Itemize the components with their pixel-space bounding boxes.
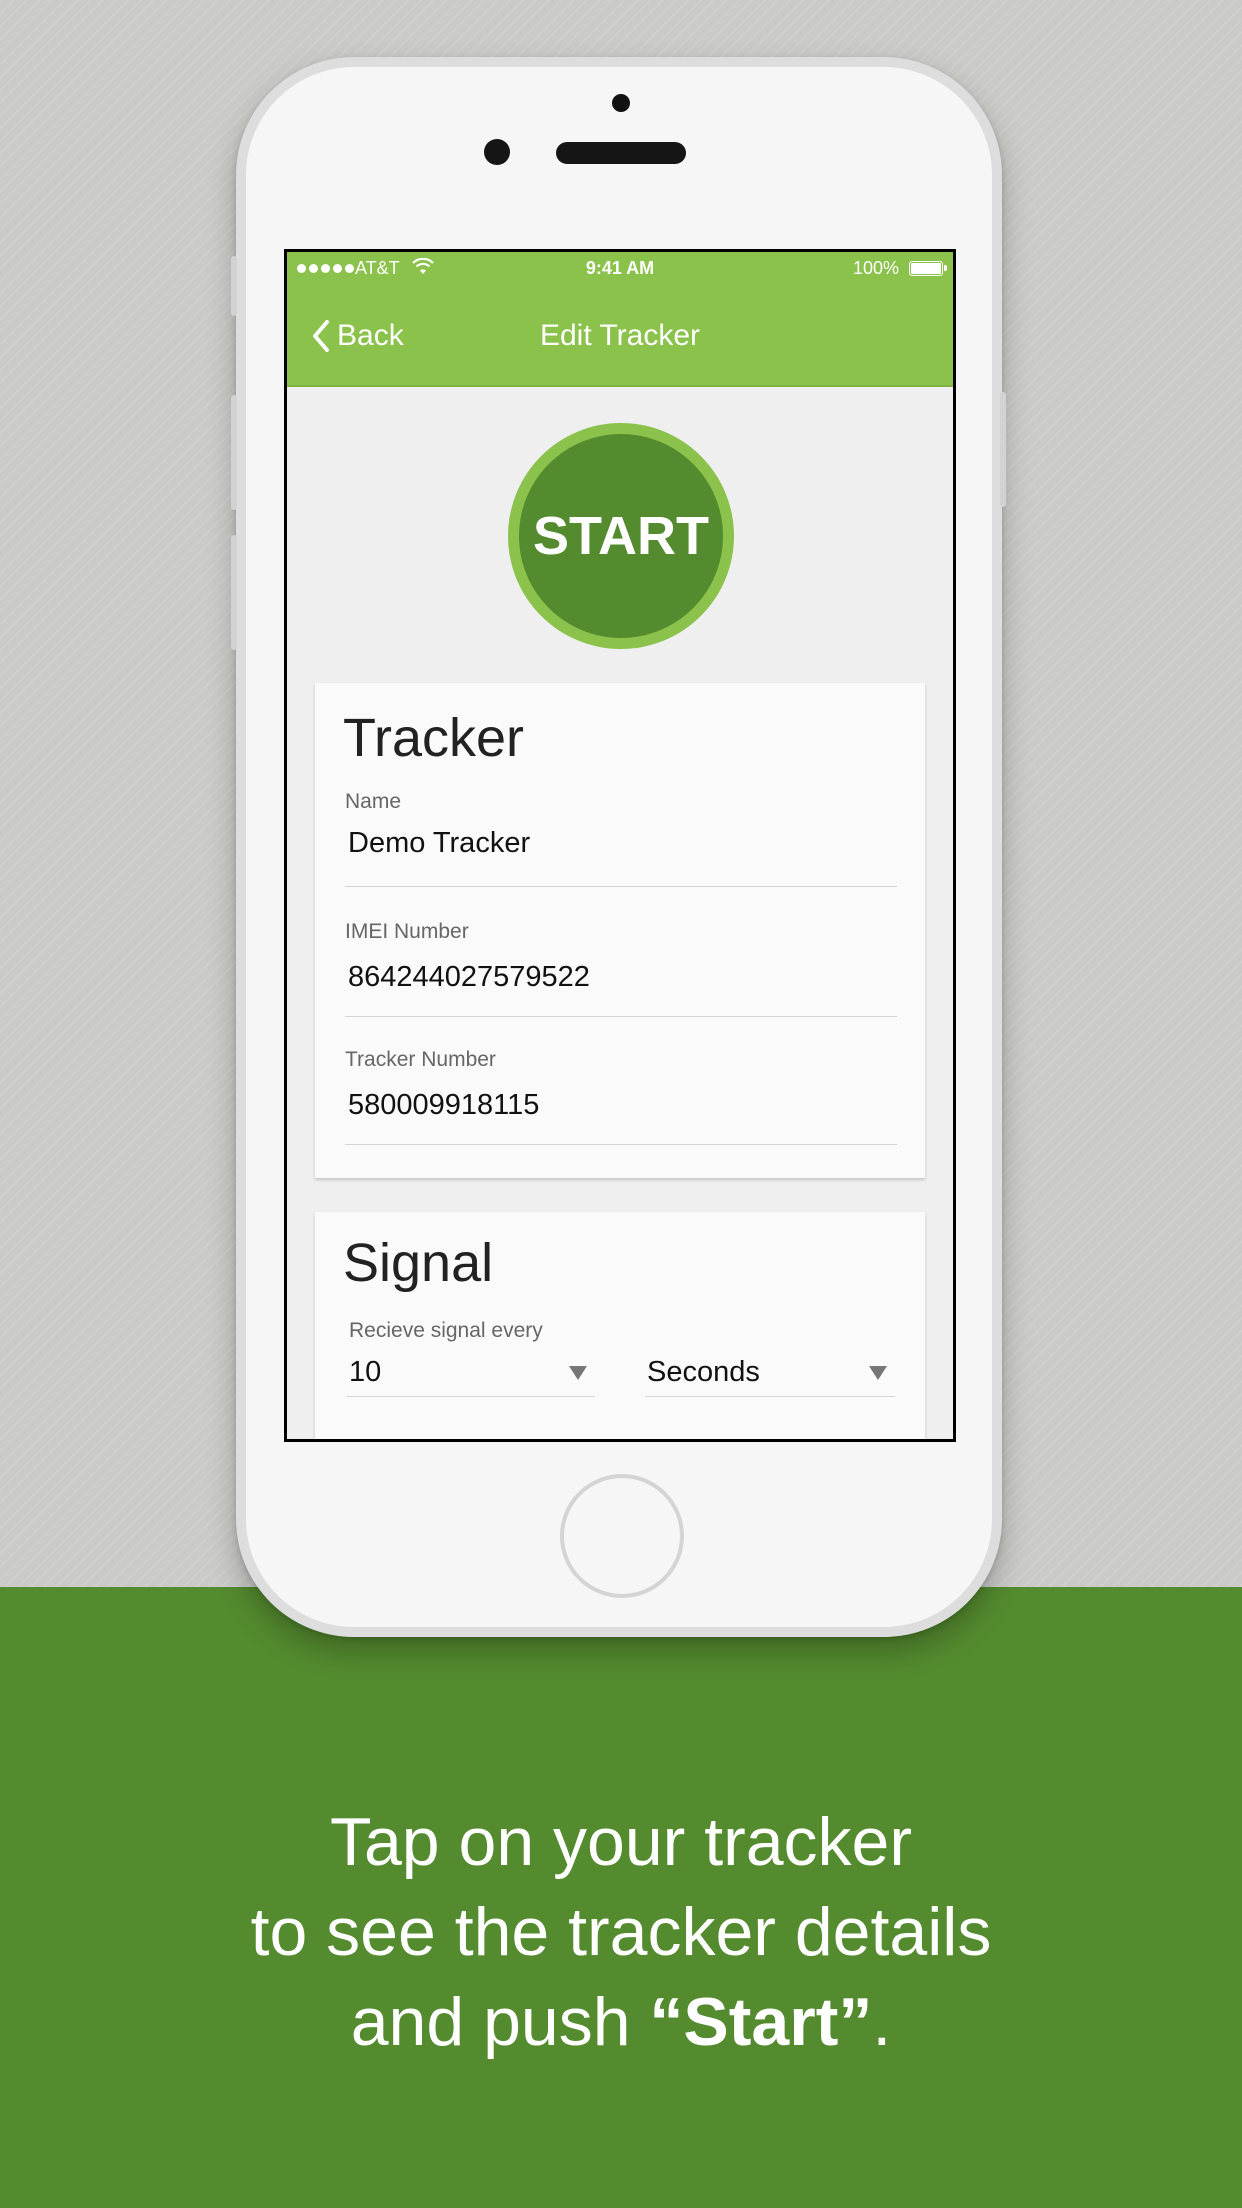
speaker-grille [556, 142, 686, 164]
imei-field[interactable]: 864244027579522 [345, 961, 900, 994]
page-title: Edit Tracker [539, 319, 701, 352]
caption-line-3-suffix: . [872, 1984, 892, 2060]
battery-percent: 100% [852, 258, 899, 278]
app-screen: AT&T 9:41 AM 100% Back Edit Tracker STAR… [287, 252, 953, 1439]
side-button-power [1000, 392, 1006, 507]
imei-underline [345, 1016, 897, 1017]
tracker-number-label: Tracker Number [345, 1048, 496, 1071]
dropdown-caret-icon [869, 1366, 887, 1380]
caption-line-2: to see the tracker details [250, 1894, 992, 1970]
signal-card-title: Signal [343, 1233, 494, 1293]
tracker-number-underline [345, 1144, 897, 1145]
name-underline [345, 886, 897, 887]
tracker-card: Tracker Name Demo Tracker IMEI Number 86… [315, 683, 925, 1178]
signal-card: Signal Recieve signal every 10 Seconds [315, 1212, 925, 1439]
phone-screen: AT&T 9:41 AM 100% Back Edit Tracker STAR… [284, 249, 956, 1442]
caption-text: Tap on your tracker to see the tracker d… [0, 1797, 1242, 2067]
tracker-number-field[interactable]: 580009918115 [345, 1089, 900, 1122]
interval-unit-select[interactable]: Seconds [645, 1356, 895, 1397]
battery-icon [909, 261, 947, 276]
camera-icon [612, 94, 630, 112]
interval-unit: Seconds [647, 1356, 760, 1388]
caption-start-emphasis: “Start” [649, 1984, 873, 2060]
tracker-card-title: Tracker [343, 708, 525, 768]
home-button[interactable] [560, 1474, 684, 1598]
dropdown-caret-icon [569, 1366, 587, 1380]
caption-line-3-prefix: and push [350, 1984, 650, 2060]
name-label: Name [345, 790, 402, 813]
caption-line-3: and push “Start”. [0, 1977, 1242, 2067]
signal-interval-label: Recieve signal every [349, 1319, 543, 1342]
side-button-silent [231, 256, 237, 316]
start-button[interactable]: START [508, 423, 734, 649]
interval-value-select[interactable]: 10 [347, 1356, 595, 1397]
name-field[interactable]: Demo Tracker [345, 827, 900, 860]
caption-line-1: Tap on your tracker [329, 1804, 913, 1880]
interval-value: 10 [349, 1356, 382, 1388]
front-camera-icon [484, 139, 510, 165]
start-label: START [519, 434, 723, 638]
imei-label: IMEI Number [345, 920, 469, 943]
side-button-volume-down [231, 535, 237, 650]
status-bar: AT&T 9:41 AM 100% [287, 252, 953, 286]
side-button-volume-up [231, 395, 237, 510]
navigation-bar: Back Edit Tracker [287, 286, 953, 387]
